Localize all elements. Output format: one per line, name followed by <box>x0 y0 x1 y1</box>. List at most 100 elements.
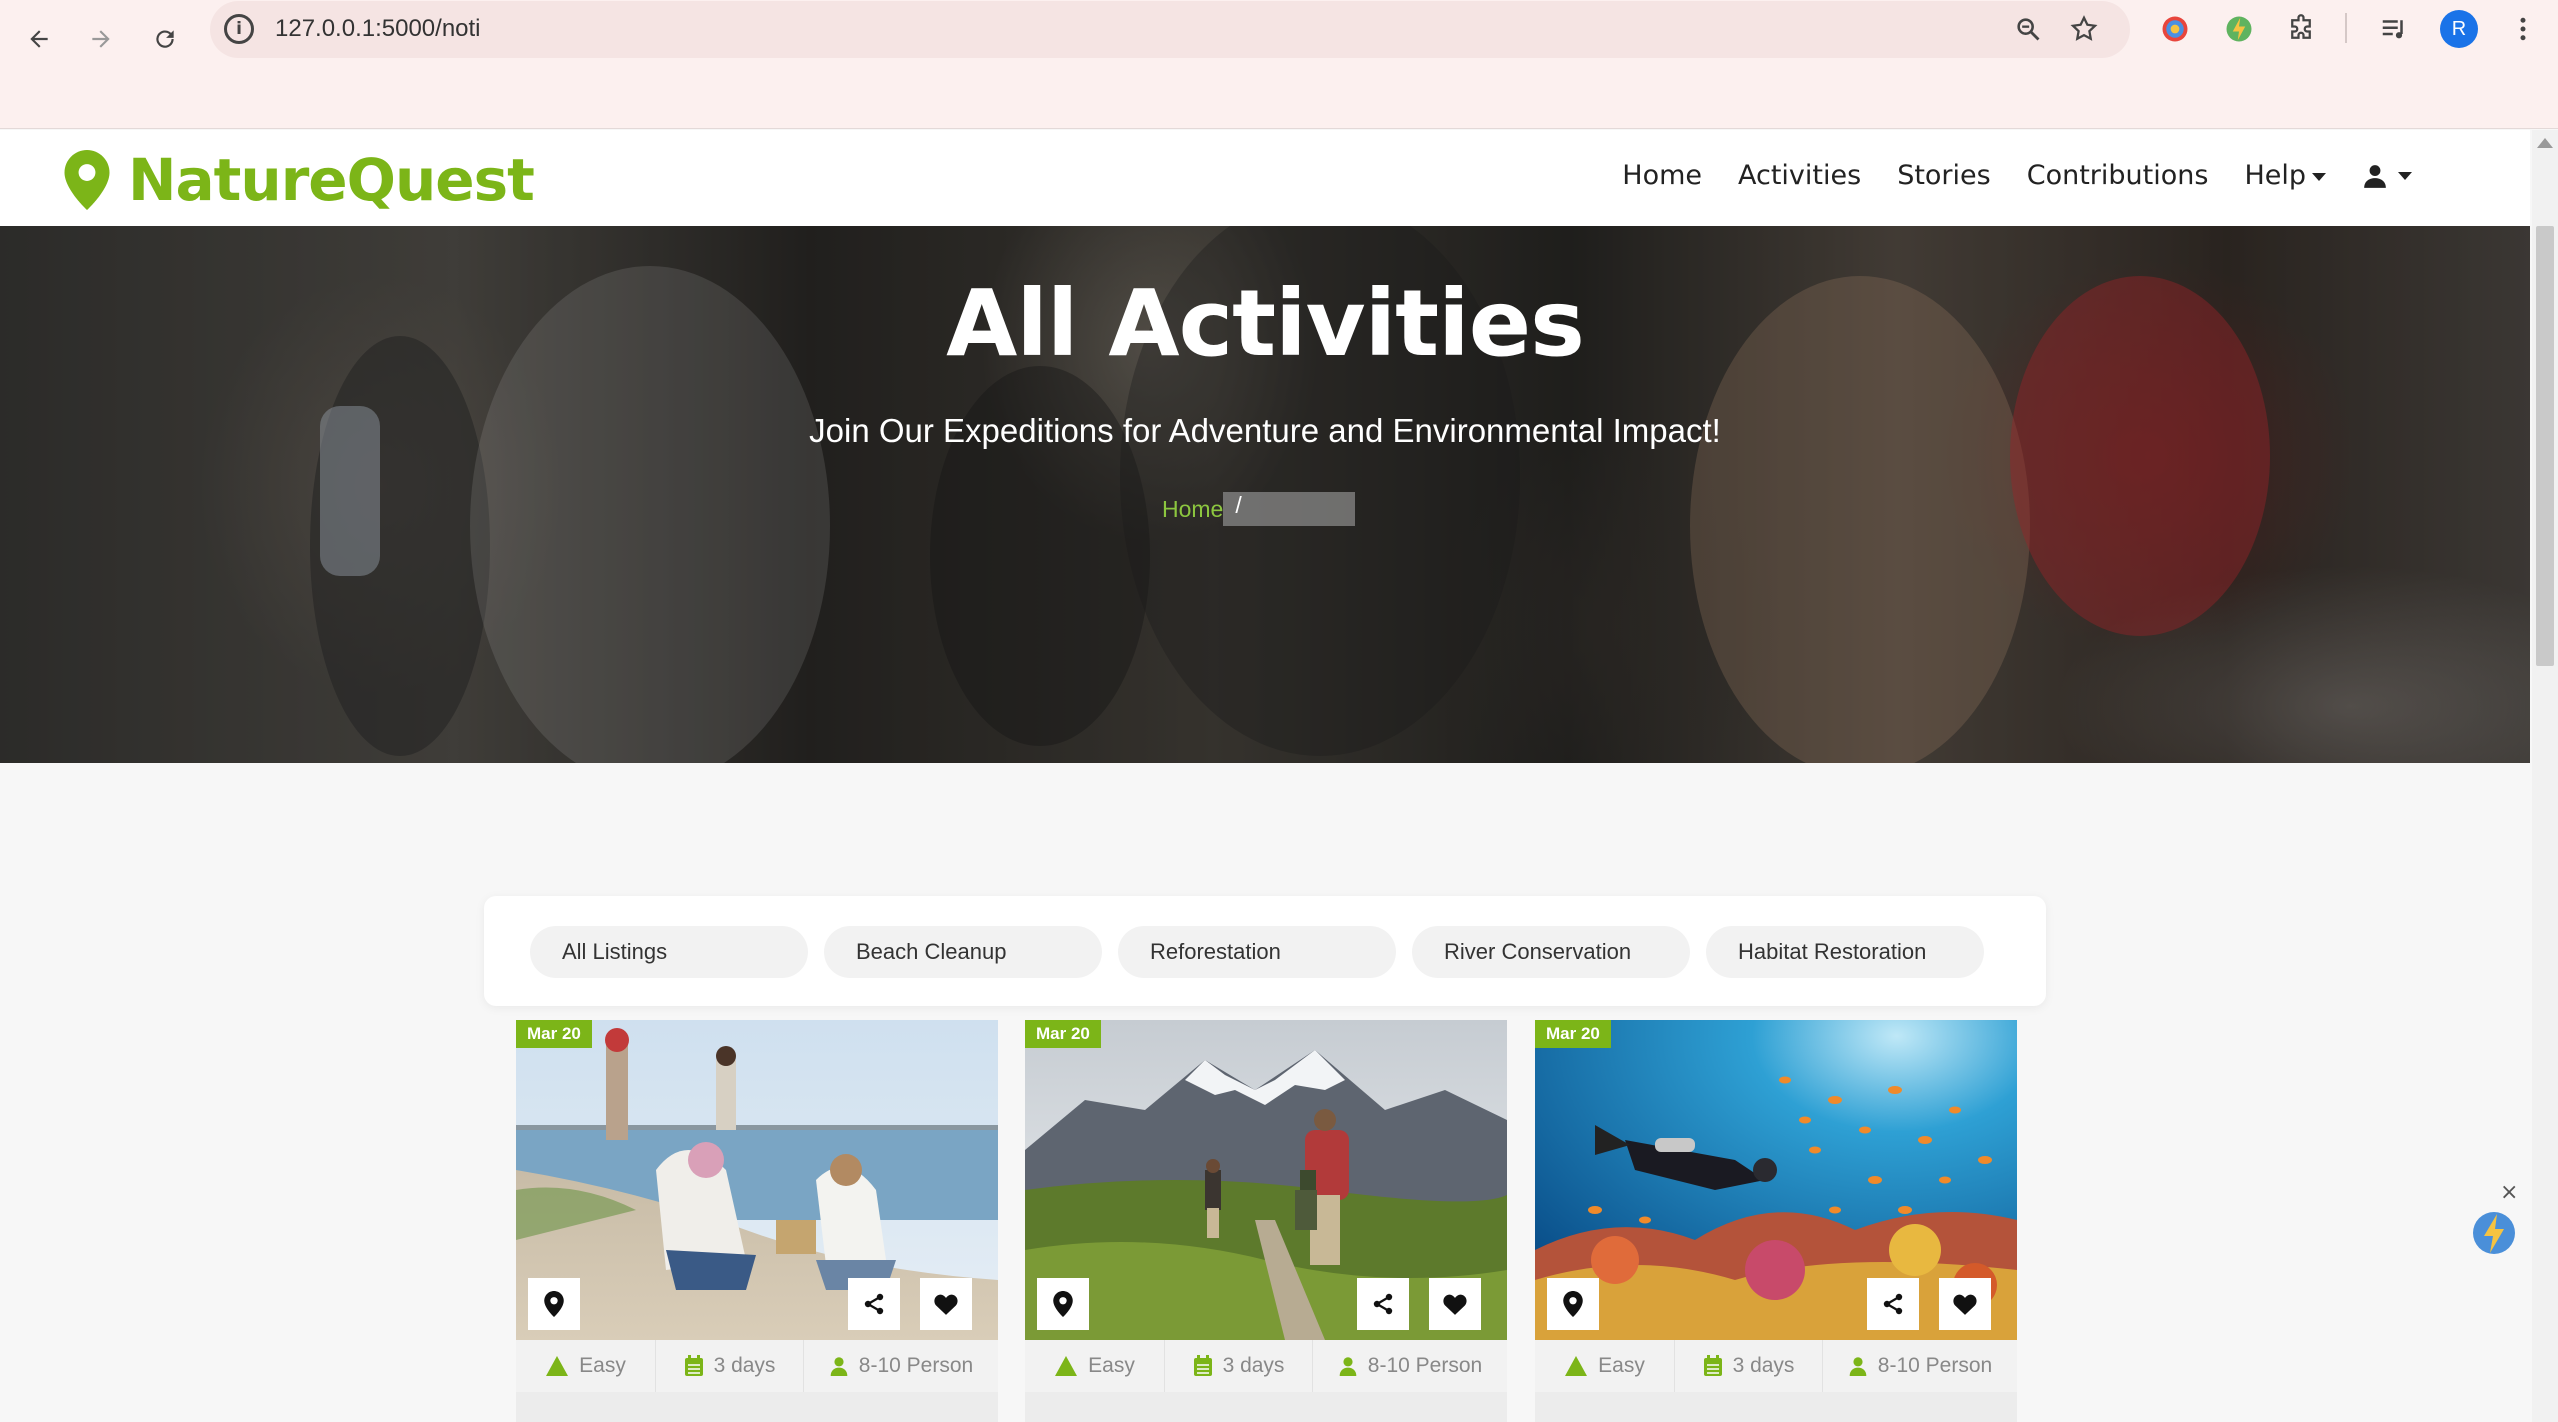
zoom-icon[interactable] <box>2010 11 2046 47</box>
date-badge: Mar 20 <box>1535 1020 1611 1048</box>
page-subtitle: Join Our Expeditions for Adventure and E… <box>809 412 1721 449</box>
map-pin-icon <box>544 1291 564 1317</box>
filter-all-listings[interactable]: All Listings <box>530 926 808 978</box>
site-navbar: NatureQuest Home Activities Stories Cont… <box>0 130 2530 226</box>
lightning-bolt-icon[interactable] <box>2470 1208 2518 1258</box>
heart-icon <box>1443 1294 1467 1315</box>
difficulty-text: Easy <box>579 1354 626 1377</box>
duration-text: 3 days <box>713 1354 776 1377</box>
group-size-info: 8-10 Person <box>804 1340 998 1392</box>
url-text[interactable]: 127.0.0.1:5000/noti <box>275 15 481 43</box>
filter-habitat-restoration[interactable]: Habitat Restoration <box>1706 926 1984 978</box>
activity-card[interactable]: Mar 20 Easy 3 days 8-10 Person <box>1535 1020 2017 1422</box>
page-scrollbar[interactable] <box>2532 130 2558 1422</box>
duration-info: 3 days <box>1675 1340 1823 1392</box>
share-icon <box>1883 1293 1903 1315</box>
duration-text: 3 days <box>1222 1354 1285 1377</box>
heart-icon <box>1953 1294 1977 1315</box>
nav-activities[interactable]: Activities <box>1738 160 1861 191</box>
card-body <box>1535 1392 2017 1422</box>
difficulty-text: Easy <box>1088 1354 1135 1377</box>
profile-avatar[interactable]: R <box>2440 10 2478 48</box>
filter-beach-cleanup[interactable]: Beach Cleanup <box>824 926 1102 978</box>
card-body <box>1025 1392 1507 1422</box>
nav-contributions[interactable]: Contributions <box>2027 160 2209 191</box>
hero-banner: All Activities Join Our Expeditions for … <box>0 226 2530 763</box>
nav-help-label: Help <box>2244 160 2306 191</box>
date-badge: Mar 20 <box>516 1020 592 1048</box>
chevron-down-icon <box>2398 171 2412 180</box>
difficulty-info: Easy <box>1025 1340 1165 1392</box>
address-bar[interactable]: i 127.0.0.1:5000/noti <box>210 1 2130 58</box>
card-body <box>516 1392 998 1422</box>
date-badge: Mar 20 <box>1025 1020 1101 1048</box>
scrollbar-thumb[interactable] <box>2536 226 2554 666</box>
duration-text: 3 days <box>1732 1354 1795 1377</box>
extension-color-icon[interactable] <box>2156 10 2194 48</box>
brand-logo[interactable]: NatureQuest <box>64 146 535 214</box>
map-pin-icon <box>1563 1291 1583 1317</box>
location-button[interactable] <box>528 1278 580 1330</box>
bookmark-star-icon[interactable] <box>2066 11 2102 47</box>
location-button[interactable] <box>1547 1278 1599 1330</box>
activity-card[interactable]: Mar 20 Easy 3 days 8-10 Person <box>1025 1020 1507 1422</box>
extensions-puzzle-icon[interactable] <box>2282 10 2320 48</box>
nav-help-dropdown[interactable]: Help <box>2244 160 2326 191</box>
heart-icon <box>934 1294 958 1315</box>
group-size-text: 8-10 Person <box>1367 1354 1483 1377</box>
card-image-coral-reef[interactable]: Mar 20 <box>1535 1020 2017 1340</box>
category-filter-bar: All Listings Beach Cleanup Reforestation… <box>484 896 2046 1006</box>
nav-home[interactable]: Home <box>1622 160 1702 191</box>
share-button[interactable] <box>1867 1278 1919 1330</box>
page-title: All Activities <box>946 270 1585 377</box>
group-size-text: 8-10 Person <box>1877 1354 1993 1377</box>
more-menu-icon[interactable] <box>2504 10 2542 48</box>
share-icon <box>1373 1293 1393 1315</box>
card-meta-row: Easy 3 days 8-10 Person <box>516 1340 998 1392</box>
card-image-mountain-hike[interactable]: Mar 20 <box>1025 1020 1507 1340</box>
media-queue-icon[interactable] <box>2375 10 2413 48</box>
breadcrumb-current-highlight: / <box>1223 492 1356 526</box>
favorite-button[interactable] <box>1429 1278 1481 1330</box>
duration-info: 3 days <box>656 1340 804 1392</box>
group-size-info: 8-10 Person <box>1823 1340 2017 1392</box>
activity-card[interactable]: Mar 20 Easy 3 days 8-10 Person <box>516 1020 998 1422</box>
scroll-up-arrow-icon[interactable] <box>2537 138 2553 148</box>
card-meta-row: Easy 3 days 8-10 Person <box>1025 1340 1507 1392</box>
share-icon <box>864 1293 884 1315</box>
mountain-icon <box>1565 1356 1588 1376</box>
user-menu-dropdown[interactable] <box>2362 163 2412 189</box>
map-pin-icon <box>1053 1291 1073 1317</box>
browser-toolbar: i 127.0.0.1:5000/noti R <box>0 0 2558 129</box>
filter-reforestation[interactable]: Reforestation <box>1118 926 1396 978</box>
location-button[interactable] <box>1037 1278 1089 1330</box>
filter-river-conservation[interactable]: River Conservation <box>1412 926 1690 978</box>
user-icon <box>2364 164 2386 188</box>
nav-stories[interactable]: Stories <box>1897 160 1991 191</box>
main-menu: Home Activities Stories Contributions He… <box>1586 160 2412 191</box>
reload-icon[interactable] <box>140 14 190 64</box>
calendar-icon <box>1193 1355 1212 1376</box>
person-icon <box>1849 1357 1867 1376</box>
back-arrow-icon[interactable] <box>14 14 64 64</box>
site-info-icon[interactable]: i <box>224 14 254 44</box>
breadcrumb-home-link[interactable]: Home <box>1162 496 1223 523</box>
calendar-icon <box>1703 1355 1722 1376</box>
brand-name: NatureQuest <box>128 146 535 214</box>
person-icon <box>1339 1357 1357 1376</box>
card-meta-row: Easy 3 days 8-10 Person <box>1535 1340 2017 1392</box>
difficulty-text: Easy <box>1598 1354 1645 1377</box>
person-icon <box>830 1357 848 1376</box>
share-button[interactable] <box>1357 1278 1409 1330</box>
close-icon[interactable]: × <box>2500 1180 2518 1205</box>
extension-bolt-icon[interactable] <box>2220 10 2258 48</box>
favorite-button[interactable] <box>1939 1278 1991 1330</box>
card-image-beach-cleanup[interactable]: Mar 20 <box>516 1020 998 1340</box>
forward-arrow-icon[interactable] <box>76 14 126 64</box>
mountain-icon <box>546 1356 569 1376</box>
favorite-button[interactable] <box>920 1278 972 1330</box>
map-pin-icon <box>64 150 110 210</box>
share-button[interactable] <box>848 1278 900 1330</box>
difficulty-info: Easy <box>1535 1340 1675 1392</box>
breadcrumb: Home / <box>1162 492 1356 526</box>
